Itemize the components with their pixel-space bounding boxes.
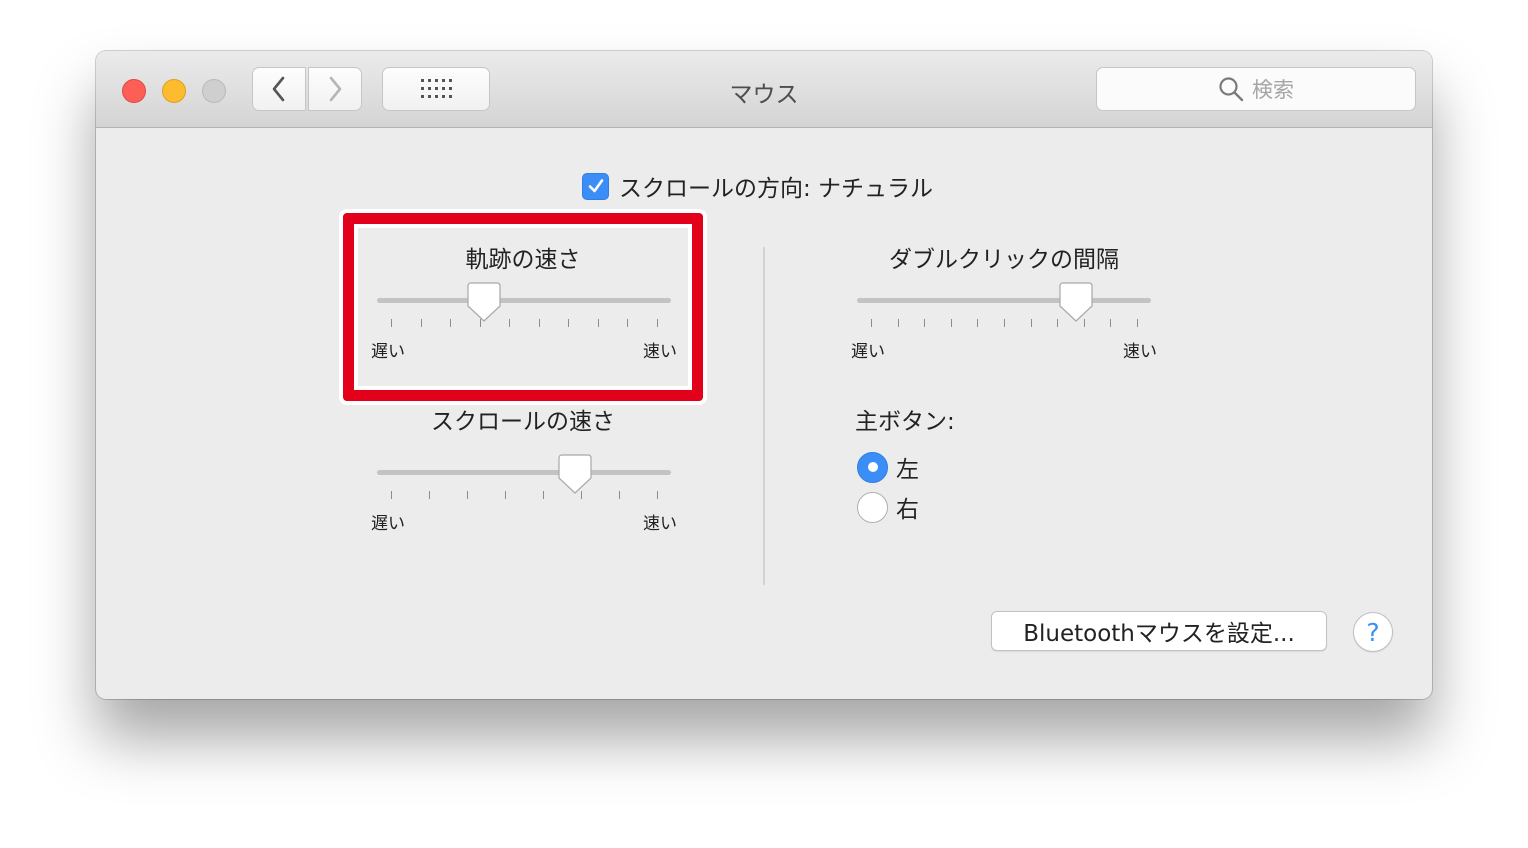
primary-button-right-option[interactable]: 右 [857, 490, 919, 524]
slider-tick [597, 319, 599, 327]
scroll-direction-label: スクロールの方向: ナチュラル [619, 176, 934, 202]
double-click-title: ダブルクリックの間隔 [889, 247, 1119, 273]
slider-tick [627, 319, 629, 327]
slider-tick [924, 319, 926, 327]
titlebar: マウス 検索 [96, 51, 1432, 128]
slider-max-label: 速い [1123, 342, 1157, 362]
help-button[interactable]: ? [1353, 612, 1393, 652]
checkmark-icon [588, 179, 603, 193]
scroll-direction-checkbox[interactable] [582, 172, 609, 200]
slider-tick [467, 491, 468, 499]
slider-min-label: 遅い [371, 514, 405, 534]
setup-bluetooth-mouse-button[interactable]: Bluetoothマウスを設定... [991, 611, 1327, 651]
slider-tick [505, 491, 506, 499]
slider-tick [391, 491, 392, 499]
slider-tick [1137, 319, 1138, 327]
slider-ticks [377, 319, 671, 327]
scroll-direction-option[interactable]: スクロールの方向: ナチュラル [582, 169, 933, 203]
tracking-speed-title: 軌跡の速さ [465, 247, 581, 273]
slider-tick [543, 491, 544, 499]
search-icon [1219, 77, 1244, 102]
slider-tick [568, 319, 570, 327]
slider-tick [509, 319, 511, 327]
scroll-speed-title: スクロールの速さ [431, 409, 615, 435]
slider-min-label: 遅い [371, 342, 405, 362]
slider-tick [429, 491, 430, 499]
search-placeholder: 検索 [1252, 78, 1294, 102]
radio-left[interactable] [857, 451, 888, 483]
primary-button-left-option[interactable]: 左 [857, 450, 919, 484]
slider-thumb[interactable] [1059, 282, 1093, 322]
slider-tick [1110, 319, 1112, 327]
slider-tick [657, 491, 658, 499]
slider-ticks [857, 319, 1151, 327]
slider-tick [1030, 319, 1032, 327]
search-field[interactable]: 検索 [1096, 67, 1416, 111]
primary-button-title: 主ボタン: [855, 409, 955, 435]
slider-tick [450, 319, 452, 327]
mouse-preferences-window: マウス 検索 スクロールの方向: ナチュラル 軌跡の速さ 遅い 速い スクロール… [96, 51, 1432, 699]
slider-min-label: 遅い [851, 342, 885, 362]
radio-right[interactable] [857, 491, 888, 523]
radio-left-label: 左 [896, 457, 919, 483]
slider-max-label: 速い [643, 514, 677, 534]
slider-thumb[interactable] [557, 454, 592, 494]
slider-track[interactable] [377, 470, 671, 475]
slider-tick [1004, 319, 1005, 327]
slider-max-label: 速い [643, 342, 677, 362]
slider-tick [977, 319, 979, 327]
slider-track[interactable] [377, 298, 671, 303]
slider-tick [950, 319, 952, 327]
slider-tick [657, 319, 658, 327]
slider-tick [871, 319, 872, 327]
slider-tick [897, 319, 899, 327]
slider-thumb[interactable] [467, 282, 501, 322]
slider-tick [619, 491, 620, 499]
slider-track[interactable] [857, 298, 1151, 303]
vertical-divider [763, 247, 765, 585]
slider-ticks [377, 491, 671, 499]
slider-tick [538, 319, 540, 327]
slider-tick [391, 319, 392, 327]
slider-tick [420, 319, 422, 327]
radio-right-label: 右 [896, 497, 919, 523]
